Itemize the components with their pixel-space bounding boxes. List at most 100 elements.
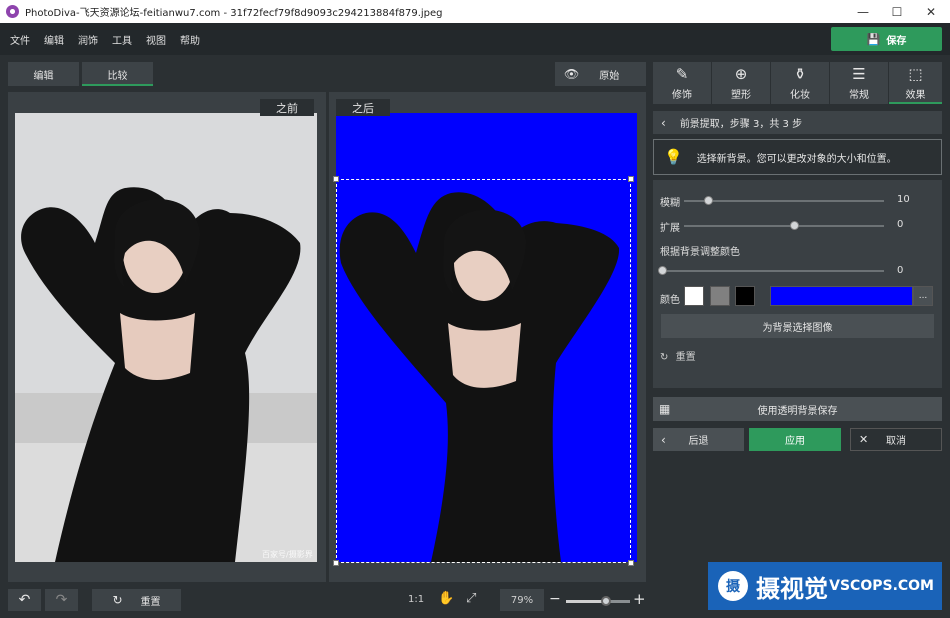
- tool-tab-general[interactable]: ☰ 常规: [830, 62, 888, 104]
- image-watermark: 百家号/摄影界: [262, 550, 313, 559]
- menu-file[interactable]: 文件: [10, 32, 30, 47]
- hint-text: 选择新背景。您可以更改对象的大小和位置。: [696, 153, 897, 165]
- tool-tab-retouch[interactable]: ✎ 修饰: [653, 62, 711, 104]
- resize-handle-top-left[interactable]: [333, 176, 339, 182]
- menu-tools[interactable]: 工具: [112, 32, 132, 47]
- cancel-button[interactable]: ✕ 取消: [850, 428, 942, 451]
- retouch-icon: ✎: [675, 65, 689, 83]
- logo-text: 摄视觉: [756, 574, 828, 603]
- fit-screen-icon[interactable]: ⤢: [466, 591, 476, 606]
- swatch-white[interactable]: [684, 286, 704, 306]
- site-watermark-logo: 摄 摄视觉 VSCOPS.COM: [708, 562, 942, 610]
- step-bar: ‹ 前景提取，步骤 3，共 3 步: [653, 111, 942, 134]
- resize-handle-top-right[interactable]: [628, 176, 634, 182]
- tab-effect-indicator: [889, 102, 942, 104]
- tool-label-general: 常规: [849, 90, 869, 101]
- zoom-1to1-button[interactable]: 1:1: [408, 594, 424, 605]
- hand-icon[interactable]: ✋: [438, 591, 454, 606]
- tool-label-retouch: 修饰: [672, 90, 692, 101]
- lightbulb-icon: 💡: [664, 148, 683, 166]
- tool-label-makeup: 化妆: [790, 90, 810, 101]
- save-transparent-label: 使用透明背景保存: [757, 405, 838, 417]
- step-text: 前景提取，步骤 3，共 3 步: [679, 119, 803, 130]
- expand-label: 扩展: [660, 223, 680, 234]
- original-button[interactable]: 👁 原始: [555, 62, 646, 86]
- title-bar: PhotoDiva-飞天资源论坛-feitianwu7.com - 31f72f…: [0, 0, 950, 23]
- undo-icon: ↶: [18, 592, 31, 608]
- resize-handle-bottom-right[interactable]: [628, 560, 634, 566]
- save-button[interactable]: 💾 保存: [831, 27, 942, 51]
- minimize-icon[interactable]: —: [846, 0, 880, 23]
- close-icon[interactable]: ✕: [914, 0, 948, 23]
- tool-tab-effect[interactable]: ⬚ 效果: [889, 62, 942, 104]
- save-icon: 💾: [866, 32, 881, 46]
- blur-slider-knob[interactable]: [704, 196, 713, 205]
- choose-bg-image-button[interactable]: 为背景选择图像: [661, 314, 934, 338]
- zoom-slider-fill: [566, 600, 607, 603]
- undo-button[interactable]: ↶: [8, 589, 41, 611]
- menu-bar: 文件 编辑 润饰 工具 视图 帮助: [0, 23, 950, 55]
- adjust-value: 0: [897, 265, 904, 276]
- before-label: 之前: [260, 99, 314, 116]
- swatch-gray[interactable]: [710, 286, 730, 306]
- before-photo: [15, 113, 317, 562]
- expand-slider-track[interactable]: [684, 225, 884, 227]
- color-label: 颜色: [660, 295, 680, 306]
- reset-label: 重置: [140, 596, 161, 608]
- menu-help[interactable]: 帮助: [180, 32, 200, 47]
- back-button[interactable]: ‹ 后退: [653, 428, 744, 451]
- eye-icon: 👁: [564, 67, 580, 81]
- app-logo-icon: [6, 5, 19, 18]
- blur-slider-track[interactable]: [684, 200, 884, 202]
- zoom-out-icon[interactable]: −: [549, 591, 561, 607]
- selected-color-bar[interactable]: [770, 286, 913, 306]
- back-chevron-icon[interactable]: ‹: [661, 116, 666, 130]
- before-image[interactable]: 百家号/摄影界: [15, 113, 317, 562]
- maximize-icon[interactable]: ☐: [880, 0, 914, 23]
- color-picker-button[interactable]: ...: [913, 286, 933, 306]
- tab-compare-indicator: [82, 84, 153, 86]
- cancel-label: 取消: [886, 436, 906, 447]
- after-label: 之后: [336, 99, 390, 116]
- menu-view[interactable]: 视图: [146, 32, 166, 47]
- adjust-color-label: 根据背景调整颜色: [660, 247, 740, 258]
- settings-reset-link[interactable]: ↻ 重置: [660, 348, 696, 363]
- selection-frame[interactable]: [336, 179, 631, 563]
- menu-retouch[interactable]: 润饰: [78, 32, 98, 47]
- resize-handle-bottom-left[interactable]: [333, 560, 339, 566]
- redo-button[interactable]: ↷: [45, 589, 78, 611]
- cancel-icon: ✕: [859, 433, 869, 446]
- expand-slider-knob[interactable]: [790, 221, 799, 230]
- reset-button[interactable]: ↻ 重置: [92, 589, 181, 611]
- transparent-icon: ▦: [659, 402, 671, 416]
- expand-value: 0: [897, 219, 904, 230]
- settings-panel: [653, 180, 942, 388]
- tab-compare[interactable]: 比较: [82, 62, 153, 86]
- adjust-slider-track[interactable]: [662, 270, 884, 272]
- swatch-black[interactable]: [735, 286, 755, 306]
- reset-small-icon: ↻: [660, 352, 669, 363]
- logo-circle: 摄: [718, 571, 748, 601]
- shape-icon: ⊕: [734, 65, 748, 83]
- tab-edit[interactable]: 编辑: [8, 62, 79, 86]
- save-transparent-button[interactable]: ▦ 使用透明背景保存: [653, 397, 942, 421]
- tool-label-shape: 塑形: [731, 90, 751, 101]
- blur-value: 10: [897, 194, 910, 205]
- blur-label: 模糊: [660, 198, 680, 209]
- menu-edit[interactable]: 编辑: [44, 32, 64, 47]
- window-title: PhotoDiva-飞天资源论坛-feitianwu7.com - 31f72f…: [25, 8, 443, 19]
- hint-box: 💡 选择新背景。您可以更改对象的大小和位置。: [653, 139, 942, 175]
- sliders-icon: ☰: [852, 65, 866, 83]
- makeup-icon: ⚱: [793, 65, 807, 83]
- back-label: 后退: [688, 436, 709, 447]
- adjust-slider-knob[interactable]: [658, 266, 667, 275]
- tool-tab-shape[interactable]: ⊕ 塑形: [712, 62, 770, 104]
- effect-icon: ⬚: [908, 65, 923, 83]
- tool-label-effect: 效果: [905, 90, 926, 101]
- zoom-value[interactable]: 79%: [500, 589, 544, 611]
- reset-icon: ↻: [112, 593, 123, 607]
- settings-reset-label: 重置: [675, 352, 696, 363]
- tool-tab-makeup[interactable]: ⚱ 化妆: [771, 62, 829, 104]
- zoom-in-icon[interactable]: +: [633, 590, 646, 608]
- apply-button[interactable]: 应用: [749, 428, 841, 451]
